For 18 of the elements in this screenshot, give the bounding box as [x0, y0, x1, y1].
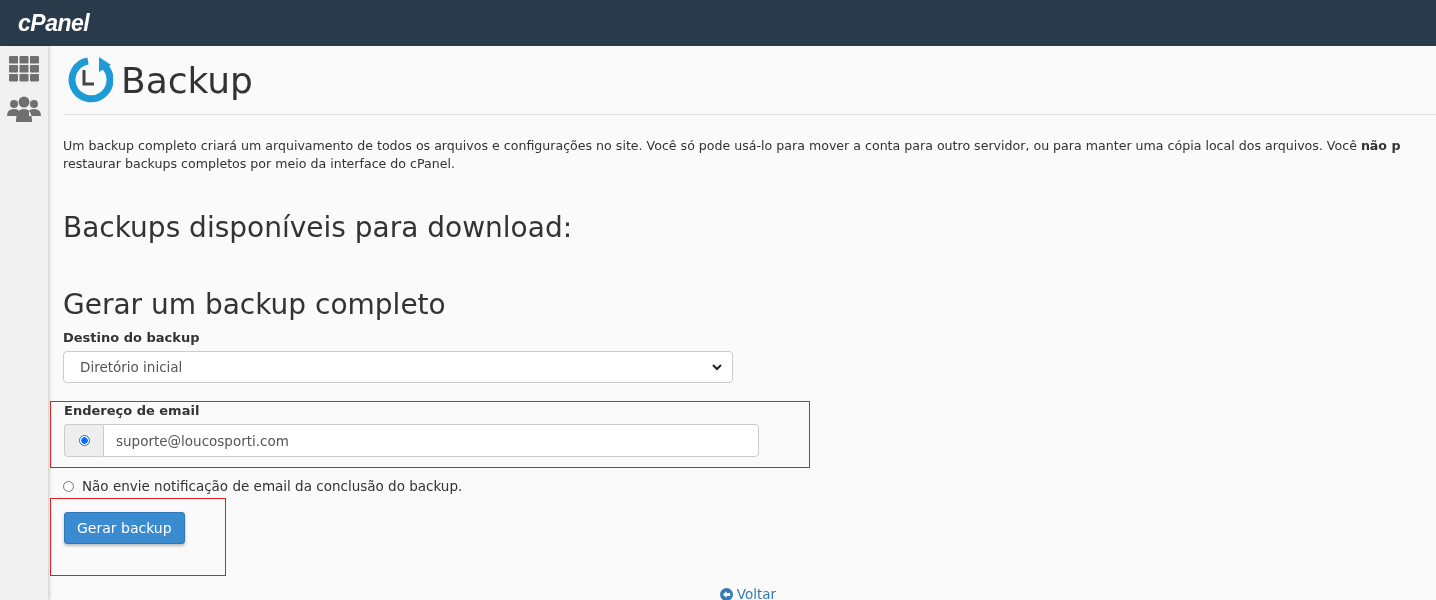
radio-label: Não envie notificação de email da conclusão do backup.: [82, 478, 463, 494]
radio-button[interactable]: [78, 435, 90, 446]
intro-text: Um backup completo criará um arquivamento de todos os arquivos e configurações no site. Você só pode usá-lo para mover a conta para outro servidor, ou para manter uma cópia local dos arquivos. Você não p: [63, 137, 1402, 155]
page-title: Backup: [121, 59, 253, 101]
radio-button[interactable]: [63, 480, 74, 492]
section-heading: Backups disponíveis para download:: [63, 211, 574, 244]
field-label: Destino do backup: [63, 330, 201, 345]
chevron-down-icon: [712, 363, 722, 371]
apps-grid-icon[interactable]: [9, 56, 39, 82]
destination-select[interactable]: Diretório inicial: [63, 351, 733, 383]
users-icon[interactable]: [6, 96, 42, 122]
email-input[interactable]: suporte@loucosporti.com: [103, 424, 759, 457]
intro-text: restaurar backups completos por meio da interface do cPanel.: [63, 155, 456, 173]
section-heading: Gerar um backup completo: [63, 288, 447, 321]
generate-backup-button[interactable]: Gerar backup: [64, 512, 185, 544]
brand-logo[interactable]: cPanel: [18, 9, 90, 37]
field-label: Endereço de email: [64, 403, 201, 418]
back-link[interactable]: Voltar: [719, 586, 777, 600]
